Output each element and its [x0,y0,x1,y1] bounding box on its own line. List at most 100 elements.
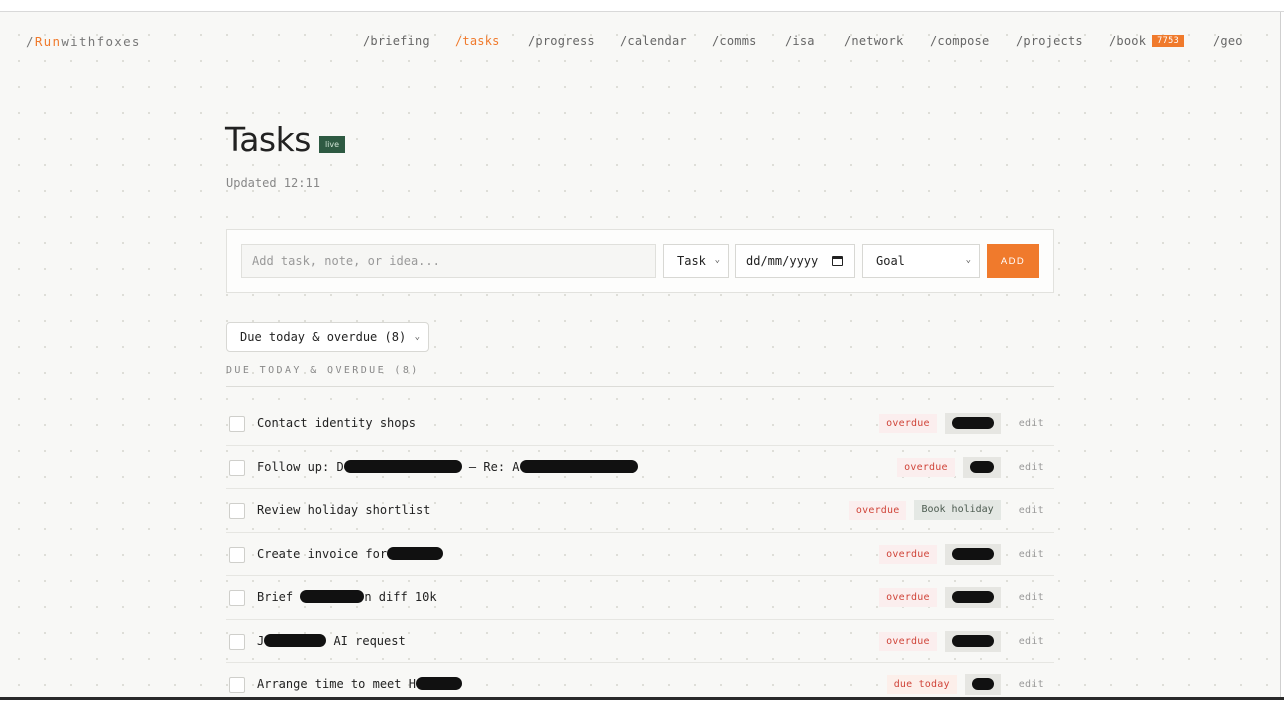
task-title[interactable]: Brief n diff 10k [257,590,437,604]
redaction-mark [951,591,994,603]
task-meta: overdue edit [879,413,1044,434]
nav-item-compose[interactable]: /compose [930,34,989,48]
status-badge: overdue [879,588,937,607]
chevron-down-icon: ⌄ [714,255,720,265]
task-checkbox[interactable] [229,459,245,476]
section-divider [226,386,1054,387]
task-title-text: Brief [257,590,301,604]
status-badge: overdue [848,500,907,520]
task-title-text: — Re: A [461,459,520,474]
task-checkbox[interactable] [229,416,245,432]
nav-item-isa[interactable]: /isa [785,34,815,48]
nav-item-projects[interactable]: /projects [1016,34,1083,48]
nav-item-book[interactable]: /book 7753 [1109,34,1185,48]
due-date-input[interactable]: dd/mm/yyyy [735,244,855,278]
task-title-text: n diff 10k [364,590,437,604]
task-meta: due today edit [886,674,1044,695]
task-input[interactable]: Add task, note, or idea... [241,244,656,278]
task-row: Create invoice for overdue edit [226,533,1054,576]
nav-item-geo[interactable]: /geo [1213,34,1243,48]
add-button[interactable]: ADD [987,244,1039,278]
nav-item-progress[interactable]: /progress [528,34,595,48]
task-meta: overdue edit [879,630,1044,652]
nav-item-label: /isa [785,34,815,48]
nav-item-tasks[interactable]: /tasks [455,34,500,48]
task-checkbox[interactable] [229,677,245,693]
goal-chip[interactable]: Book holiday [914,500,1001,520]
task-row: Review holiday shortlist overdue Book holi… [226,489,1054,533]
task-title[interactable]: J AI request [257,633,406,648]
add-task-panel: Add task, note, or idea... Task ⌄ dd/mm/… [226,229,1054,293]
task-title[interactable]: Review holiday shortlist [257,503,430,517]
goal-chip[interactable] [944,630,1001,652]
task-title-text: Arrange time to meet H [257,677,416,691]
edit-link[interactable]: edit [1019,418,1044,429]
goal-chip[interactable] [944,413,1001,434]
status-badge: overdue [879,631,937,651]
redaction-mark [519,459,638,473]
page-title: Tasks [225,120,311,159]
task-title-text: Follow up: D [257,459,344,474]
task-meta: overdue Book holiday edit [848,500,1044,520]
edit-link[interactable]: edit [1019,636,1044,647]
type-select[interactable]: Task ⌄ [663,244,729,278]
chevron-down-icon: ⌄ [965,255,971,265]
window-bottom-border [0,697,1284,700]
nav-item-briefing[interactable]: /briefing [363,34,430,48]
task-row: Follow up: D — Re: A overdue edit [226,446,1054,489]
top-nav: /briefing/tasks/progress/calendar/comms /… [0,34,1280,50]
goal-chip[interactable] [962,456,1001,478]
edit-link[interactable]: edit [1019,592,1044,603]
goal-select[interactable]: Goal ⌄ [862,244,980,278]
nav-item-network[interactable]: /network [844,34,903,48]
task-title[interactable]: Arrange time to meet H [257,677,462,691]
task-title[interactable]: Create invoice for [257,546,444,561]
task-checkbox[interactable] [229,546,245,563]
task-checkbox[interactable] [229,633,245,650]
goal-chip[interactable] [944,587,1001,608]
status-badge: due today [886,675,957,694]
edit-link[interactable]: edit [1019,462,1044,473]
task-list: Contact identity shops overdue edit Follow … [226,402,1054,698]
nav-item-calendar[interactable]: /calendar [620,34,687,48]
edit-link[interactable]: edit [1019,549,1044,560]
redaction-mark [951,547,994,560]
type-select-value: Task [677,254,706,268]
redaction-mark [300,590,365,603]
filter-select-value: Due today & overdue (8) [240,330,407,344]
task-title-text: J [257,633,265,648]
nav-item-label: /comms [712,34,757,48]
task-title-text: Create invoice for [257,546,388,561]
chevron-down-icon: ⌄ [414,332,420,342]
status-badge: overdue [879,544,937,564]
redaction-mark [969,460,994,473]
task-checkbox[interactable] [229,590,245,606]
filter-select[interactable]: Due today & overdue (8) ⌄ [226,322,429,352]
live-badge: live [319,136,345,153]
redaction-mark [415,677,462,690]
task-title[interactable]: Contact identity shops [257,416,416,430]
section-heading: DUE TODAY & OVERDUE (8) [226,365,420,376]
calendar-icon[interactable] [832,256,843,266]
task-meta: overdue edit [879,587,1044,608]
nav-item-label: /compose [930,34,990,48]
task-title-text: AI request [326,633,406,648]
nav-item-comms[interactable]: /comms [712,34,757,48]
nav-item-label: /projects [1016,34,1083,48]
goal-chip[interactable] [944,543,1001,565]
redaction-mark [951,634,994,647]
redaction-mark [264,633,327,647]
goal-chip[interactable] [964,674,1001,695]
goal-select-value: Goal [876,254,905,268]
updated-timestamp: Updated 12:11 [226,176,320,190]
edit-link[interactable]: edit [1019,505,1044,516]
task-title[interactable]: Follow up: D — Re: A [257,459,638,474]
date-placeholder: dd/mm/yyyy [746,254,819,268]
redaction-mark [343,459,462,473]
status-badge: overdue [879,414,937,433]
task-row: Arrange time to meet H due today edit [226,663,1054,698]
nav-item-label: /tasks [455,34,500,48]
edit-link[interactable]: edit [1019,679,1044,690]
task-title-text: Review holiday shortlist [257,503,431,517]
task-checkbox[interactable] [229,503,245,519]
